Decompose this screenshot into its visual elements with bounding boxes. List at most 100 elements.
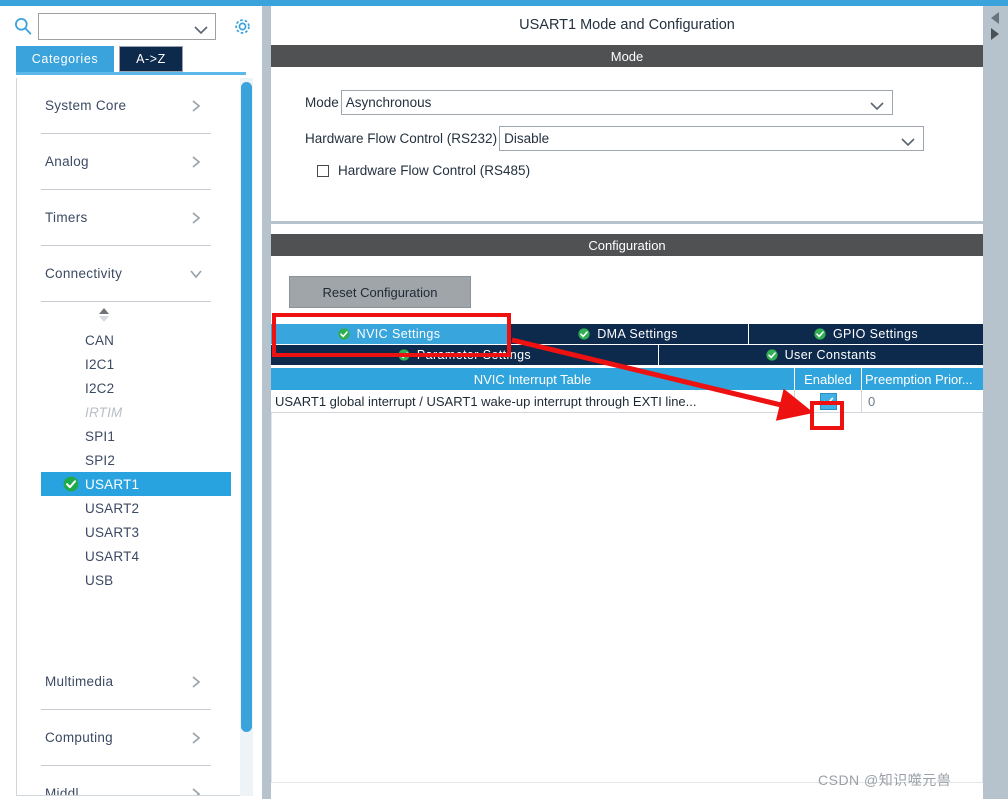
chevron-down-icon bbox=[901, 134, 915, 147]
check-circle-icon bbox=[398, 349, 410, 361]
mode-section-body: Mode Asynchronous Hardware Flow Control … bbox=[271, 67, 983, 224]
chevron-right-icon bbox=[189, 99, 203, 113]
cell-enabled bbox=[795, 390, 862, 412]
configuration-tab-bar: NVIC Settings DMA Settings GPIO Settings bbox=[271, 324, 983, 366]
tab-categories[interactable]: Categories bbox=[16, 46, 114, 72]
enabled-checkbox[interactable] bbox=[819, 392, 837, 410]
tab-nvic-settings[interactable]: NVIC Settings bbox=[271, 324, 508, 344]
hfc-rs232-select-value: Disable bbox=[504, 131, 550, 146]
hfc-rs232-select[interactable]: Disable bbox=[499, 126, 925, 151]
search-icon bbox=[14, 17, 32, 35]
tab-label: GPIO Settings bbox=[832, 327, 919, 341]
peripheral-sidebar: Categories A->Z System Core Analog Timer… bbox=[0, 6, 262, 799]
mode-select-value: Asynchronous bbox=[345, 95, 432, 110]
tab-user-constants[interactable]: User Constants bbox=[659, 345, 983, 365]
mode-label: Mode bbox=[305, 95, 339, 110]
sidebar-item-usb[interactable]: USB bbox=[17, 568, 231, 592]
tab-label: NVIC Settings bbox=[356, 327, 441, 341]
configuration-panel: USART1 Mode and Configuration Mode Mode … bbox=[271, 6, 983, 799]
chevron-down-icon bbox=[189, 267, 203, 281]
connectivity-peripheral-list: CAN I2C1 I2C2 IRTIM SPI1 SPI2 USART1 USA… bbox=[17, 328, 231, 592]
sidebar-category-system-core[interactable]: System Core bbox=[17, 78, 231, 133]
sidebar-category-label: Computing bbox=[45, 730, 113, 745]
mode-field-row: Mode Asynchronous bbox=[305, 90, 893, 115]
sidebar-search-row bbox=[0, 8, 262, 44]
cell-preemption-priority[interactable]: 0 bbox=[862, 390, 983, 412]
table-row[interactable]: USART1 global interrupt / USART1 wake-up… bbox=[271, 390, 983, 413]
sidebar-category-label: System Core bbox=[45, 98, 127, 113]
table-empty-area bbox=[271, 413, 983, 783]
check-circle-icon bbox=[814, 328, 826, 340]
panel-divider bbox=[262, 6, 271, 799]
sidebar-category-timers[interactable]: Timers bbox=[17, 190, 231, 245]
sidebar-item-spi1[interactable]: SPI1 bbox=[17, 424, 231, 448]
configuration-section-body: Reset Configuration NVIC Settings DMA Se… bbox=[271, 256, 983, 796]
tab-label: User Constants bbox=[784, 348, 877, 362]
tab-parameter-settings[interactable]: Parameter Settings bbox=[271, 345, 659, 365]
tab-a-to-z[interactable]: A->Z bbox=[119, 46, 183, 72]
check-circle-icon bbox=[338, 328, 350, 340]
sidebar-item-spi2[interactable]: SPI2 bbox=[17, 448, 231, 472]
mode-select[interactable]: Asynchronous bbox=[340, 90, 893, 115]
column-header-nvic-interrupt-table[interactable]: NVIC Interrupt Table bbox=[271, 368, 795, 390]
sidebar-item-can[interactable]: CAN bbox=[17, 328, 231, 352]
chevron-right-icon bbox=[189, 155, 203, 169]
hfc-rs485-checkbox-row[interactable]: Hardware Flow Control (RS485) bbox=[317, 163, 530, 178]
tab-label: Parameter Settings bbox=[416, 348, 532, 362]
chevron-right-icon bbox=[189, 211, 203, 225]
chevron-right-icon bbox=[189, 675, 203, 689]
sidebar-tab-underline bbox=[16, 72, 246, 75]
app-window: Categories A->Z System Core Analog Timer… bbox=[0, 0, 1008, 799]
mode-section-header: Mode bbox=[271, 45, 983, 67]
sidebar-item-usart1[interactable]: USART1 bbox=[41, 472, 231, 496]
peripheral-tree: System Core Analog Timers Connectivity C… bbox=[16, 78, 246, 796]
sidebar-tab-bar: Categories A->Z bbox=[0, 46, 262, 75]
sidebar-category-label: Middl bbox=[45, 786, 79, 796]
sidebar-category-middleware[interactable]: Middl bbox=[17, 766, 231, 796]
gear-icon[interactable] bbox=[232, 16, 253, 37]
tab-dma-settings[interactable]: DMA Settings bbox=[508, 324, 749, 344]
search-input[interactable] bbox=[43, 17, 193, 36]
column-header-preemption-priority[interactable]: Preemption Prior... bbox=[862, 368, 983, 390]
hfc-rs485-checkbox[interactable] bbox=[317, 164, 329, 177]
sidebar-category-label: Timers bbox=[45, 210, 88, 225]
sidebar-category-analog[interactable]: Analog bbox=[17, 134, 231, 189]
sidebar-item-usart3[interactable]: USART3 bbox=[17, 520, 231, 544]
divider bbox=[41, 301, 211, 302]
chevron-right-icon bbox=[189, 787, 203, 795]
sidebar-category-multimedia[interactable]: Multimedia bbox=[17, 654, 231, 709]
tab-label: DMA Settings bbox=[597, 327, 678, 341]
cell-interrupt-name: USART1 global interrupt / USART1 wake-up… bbox=[271, 390, 795, 412]
check-circle-icon bbox=[766, 349, 778, 361]
check-circle-icon bbox=[63, 476, 79, 492]
sidebar-category-connectivity[interactable]: Connectivity bbox=[17, 246, 231, 301]
right-edge-strip bbox=[983, 6, 1008, 799]
chevron-right-icon bbox=[189, 731, 203, 745]
nvic-interrupt-table: NVIC Interrupt Table Enabled Preemption … bbox=[271, 368, 983, 413]
search-combobox[interactable] bbox=[38, 13, 216, 40]
sidebar-scrollbar-thumb[interactable] bbox=[241, 82, 252, 732]
chevron-down-icon[interactable] bbox=[194, 22, 208, 35]
sidebar-item-i2c2[interactable]: I2C2 bbox=[17, 376, 231, 400]
hfc-rs232-label: Hardware Flow Control (RS232) bbox=[305, 131, 498, 146]
reset-configuration-button[interactable]: Reset Configuration bbox=[289, 276, 471, 308]
chevron-down-icon bbox=[870, 98, 884, 111]
collapse-arrows-icon[interactable] bbox=[985, 8, 1005, 48]
sidebar-item-usart2[interactable]: USART2 bbox=[17, 496, 231, 520]
sidebar-item-irtim: IRTIM bbox=[85, 404, 123, 420]
sidebar-category-label: Multimedia bbox=[45, 674, 114, 689]
sidebar-item-usart4[interactable]: USART4 bbox=[17, 544, 231, 568]
table-header-row: NVIC Interrupt Table Enabled Preemption … bbox=[271, 368, 983, 390]
column-header-enabled[interactable]: Enabled bbox=[795, 368, 862, 390]
sidebar-category-computing[interactable]: Computing bbox=[17, 710, 231, 765]
hfc-rs485-label: Hardware Flow Control (RS485) bbox=[338, 163, 531, 178]
check-circle-icon bbox=[578, 328, 590, 340]
sort-updown-icon[interactable] bbox=[17, 302, 231, 328]
hardware-flow-control-rs232-row: Hardware Flow Control (RS232) Disable bbox=[305, 126, 925, 151]
tab-gpio-settings[interactable]: GPIO Settings bbox=[749, 324, 983, 344]
sidebar-item-label: USART1 bbox=[85, 476, 140, 492]
configuration-section-header: Configuration bbox=[271, 234, 983, 256]
sidebar-item-i2c1[interactable]: I2C1 bbox=[17, 352, 231, 376]
sidebar-category-label: Connectivity bbox=[45, 266, 123, 281]
page-title: USART1 Mode and Configuration bbox=[271, 6, 983, 44]
